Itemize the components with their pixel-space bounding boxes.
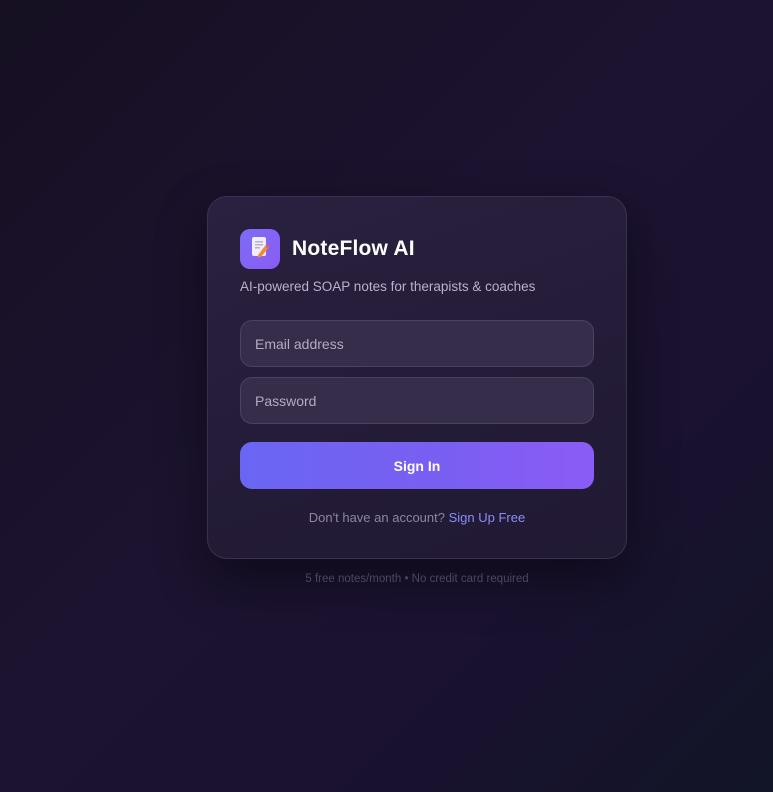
free-tier-note: 5 free notes/month • No credit card requ… bbox=[305, 573, 529, 585]
login-card: NoteFlow AI AI-powered SOAP notes for th… bbox=[207, 196, 627, 559]
sign-in-button[interactable]: Sign In bbox=[240, 442, 594, 489]
app-subtitle: AI-powered SOAP notes for therapists & c… bbox=[240, 279, 536, 294]
password-field[interactable] bbox=[240, 377, 594, 424]
signup-prompt-text: Don't have an account? bbox=[308, 510, 445, 525]
app-title: NoteFlow AI bbox=[292, 237, 415, 260]
app-logo bbox=[240, 229, 280, 269]
signup-prompt-row: Don't have an account? Sign Up Free bbox=[240, 510, 594, 525]
sign-up-link[interactable]: Sign Up Free bbox=[449, 510, 526, 525]
email-field[interactable] bbox=[240, 320, 594, 367]
brand-header: NoteFlow AI bbox=[240, 229, 594, 269]
notepad-pencil-icon bbox=[250, 236, 270, 263]
